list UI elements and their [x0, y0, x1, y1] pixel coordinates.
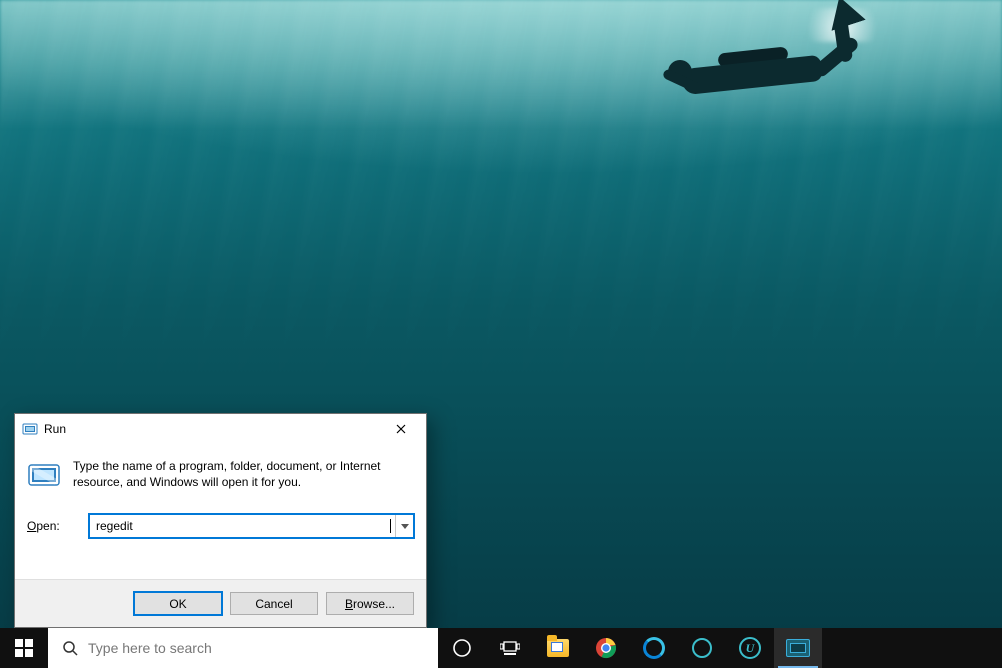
- edge-icon: [643, 637, 665, 659]
- diver-silhouette: [622, 10, 882, 130]
- windows-logo-icon: [15, 639, 33, 657]
- circle-o-icon: [691, 637, 713, 659]
- u-app-button[interactable]: U: [726, 628, 774, 668]
- taskbar: Type here to search: [0, 628, 1002, 668]
- task-view-icon: [500, 640, 520, 656]
- open-input[interactable]: [90, 515, 392, 537]
- taskbar-search[interactable]: Type here to search: [48, 628, 438, 668]
- explorer-window-button[interactable]: [774, 628, 822, 668]
- chevron-down-icon: [401, 524, 409, 529]
- close-icon: [396, 424, 406, 434]
- open-label: Open:: [27, 519, 79, 533]
- u-icon: U: [739, 637, 761, 659]
- close-button[interactable]: [378, 414, 424, 444]
- window-icon: [786, 639, 810, 657]
- text-cursor: [390, 519, 391, 533]
- cortana-icon: [452, 638, 472, 658]
- dropdown-button[interactable]: [395, 515, 413, 537]
- task-view-button[interactable]: [486, 628, 534, 668]
- folder-icon: [547, 639, 569, 657]
- run-instruction-text: Type the name of a program, folder, docu…: [73, 458, 414, 490]
- edge-button[interactable]: [630, 628, 678, 668]
- run-titlebar-icon: [22, 421, 38, 437]
- ok-button-label: OK: [169, 597, 186, 611]
- ok-button[interactable]: OK: [134, 592, 222, 615]
- cortana-button[interactable]: [438, 628, 486, 668]
- start-button[interactable]: [0, 628, 48, 668]
- run-dialog-icon: [27, 458, 61, 492]
- run-button-row: OK Cancel Browse...: [15, 579, 426, 627]
- cancel-button[interactable]: Cancel: [230, 592, 318, 615]
- chrome-icon: [595, 637, 617, 659]
- chrome-button[interactable]: [582, 628, 630, 668]
- run-dialog: Run Type the name of a program, folder, …: [14, 413, 427, 628]
- run-title: Run: [44, 422, 378, 436]
- circle-o-app-button[interactable]: [678, 628, 726, 668]
- browse-button[interactable]: Browse...: [326, 592, 414, 615]
- search-placeholder: Type here to search: [88, 640, 430, 656]
- search-icon: [62, 640, 78, 656]
- cancel-button-label: Cancel: [255, 597, 292, 611]
- browse-button-label: Browse...: [345, 597, 395, 611]
- open-combobox[interactable]: [89, 514, 414, 538]
- run-titlebar[interactable]: Run: [15, 414, 426, 444]
- file-explorer-button[interactable]: [534, 628, 582, 668]
